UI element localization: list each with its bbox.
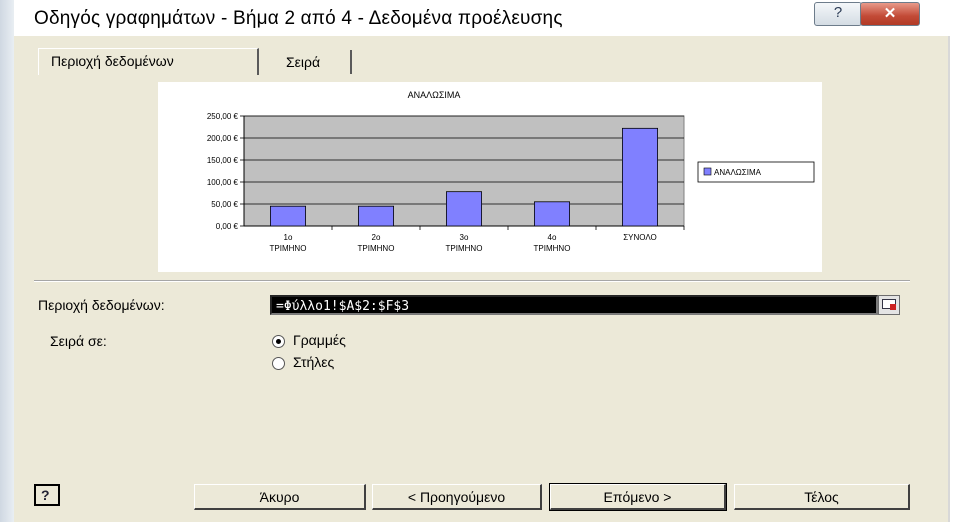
close-icon: ✕	[883, 5, 897, 22]
tab-series[interactable]: Σειρά	[270, 50, 352, 74]
separator	[34, 280, 910, 282]
help-button[interactable]: ?	[34, 484, 60, 506]
chart-preview: ΑΝΑΛΩΣΙΜΑ 0,00 € 50,00 € 100,00 € 150,00 € 20…	[158, 82, 822, 272]
tab-data-range[interactable]: Περιοχή δεδομένων	[38, 48, 259, 75]
close-button[interactable]: ✕	[860, 2, 920, 26]
radio-columns-label: Στήλες	[293, 354, 335, 370]
back-button[interactable]: < Προηγούμενο	[372, 484, 542, 510]
y-tick-label: 0,00 €	[216, 222, 239, 231]
data-range-input[interactable]: =Φύλλο1!$A$2:$F$3	[270, 295, 878, 315]
x-tick-label: ΤΡΙΜΗΝΟ	[446, 244, 483, 253]
legend-label: ΑΝΑΛΩΣΙΜΑ	[714, 168, 762, 177]
finish-button[interactable]: Τέλος	[734, 484, 910, 510]
y-tick-label: 100,00 €	[207, 178, 239, 187]
radio-rows-label: Γραμμές	[293, 332, 346, 348]
dialog-body: Περιοχή δεδομένων Σειρά ΑΝΑΛΩΣΙΜΑ 0,00 € 5…	[14, 36, 950, 522]
bar	[445, 191, 482, 227]
radio-rows-icon[interactable]	[272, 334, 285, 348]
help-icon: ?	[833, 4, 843, 21]
help-question-icon: ?	[41, 487, 50, 503]
next-button[interactable]: Επόμενο >	[549, 483, 727, 511]
chart-title: ΑΝΑΛΩΣΙΜΑ	[408, 90, 461, 100]
bar	[357, 205, 394, 227]
data-range-label: Περιοχή δεδομένων:	[38, 297, 165, 313]
background-window-edge	[0, 0, 15, 522]
series-in-label: Σειρά σε:	[50, 333, 107, 349]
x-tick-label: ΤΡΙΜΗΝΟ	[358, 244, 395, 253]
chart-svg: ΑΝΑΛΩΣΙΜΑ 0,00 € 50,00 € 100,00 € 150,00 € 20…	[207, 90, 815, 253]
radio-columns-icon[interactable]	[272, 356, 285, 370]
tab-data-range-label: Περιοχή δεδομένων	[51, 53, 174, 69]
y-tick-label: 250,00 €	[207, 112, 239, 121]
x-tick-label: ΤΡΙΜΗΝΟ	[534, 244, 571, 253]
x-tick-label: 3ο	[460, 233, 469, 242]
y-tick-label: 150,00 €	[207, 156, 239, 165]
chart-wizard-dialog: Οδηγός γραφημάτων - Βήμα 2 από 4 - Δεδομ…	[0, 0, 964, 522]
x-tick-label: ΣΥΝΟΛΟ	[623, 233, 657, 242]
collapse-dialog-button[interactable]	[878, 295, 900, 315]
legend-swatch	[703, 167, 712, 176]
x-tick-label: ΤΡΙΜΗΝΟ	[270, 244, 307, 253]
title-help-button[interactable]: ?	[814, 2, 862, 26]
x-tick-label: 2ο	[372, 233, 381, 242]
bar	[621, 127, 658, 227]
bar	[270, 205, 307, 227]
y-tick-label: 50,00 €	[211, 200, 238, 209]
cancel-button[interactable]: Άκυρο	[194, 484, 366, 510]
radio-rows[interactable]: Γραμμές	[272, 332, 346, 348]
radio-columns[interactable]: Στήλες	[272, 354, 334, 370]
y-tick-label: 200,00 €	[207, 134, 239, 143]
bar	[533, 201, 570, 227]
x-tick-label: 4ο	[548, 233, 557, 242]
x-tick-label: 1ο	[284, 233, 293, 242]
tab-series-label: Σειρά	[286, 54, 321, 70]
window-title: Οδηγός γραφημάτων - Βήμα 2 από 4 - Δεδομ…	[34, 8, 563, 29]
title-bar[interactable]: Οδηγός γραφημάτων - Βήμα 2 από 4 - Δεδομ…	[14, 0, 950, 36]
